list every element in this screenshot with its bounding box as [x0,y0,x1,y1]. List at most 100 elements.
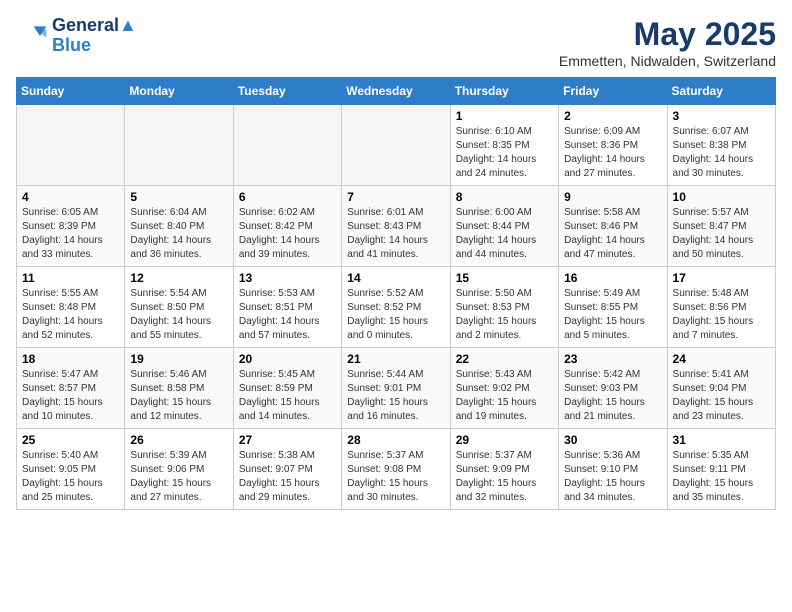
day-cell-3: 3 Sunrise: 6:07 AMSunset: 8:38 PMDaylight… [667,105,775,186]
page-header: General▲ Blue May 2025 Emmetten, Nidwald… [16,16,776,69]
day-cell-24: 24 Sunrise: 5:41 AMSunset: 9:04 PMDayligh… [667,348,775,429]
day-number: 1 [456,109,553,123]
empty-cell [125,105,233,186]
day-cell-9: 9 Sunrise: 5:58 AMSunset: 8:46 PMDaylight… [559,186,667,267]
day-cell-5: 5Sunrise: 6:04 AMSunset: 8:40 PMDaylight… [125,186,233,267]
day-number: 8 [456,190,553,204]
day-info: Sunrise: 5:45 AMSunset: 8:59 PMDaylight:… [239,368,336,424]
day-number: 24 [673,352,770,366]
calendar-table: SundayMondayTuesdayWednesdayThursdayFrid… [16,77,776,510]
day-info: Sunrise: 5:53 AMSunset: 8:51 PMDaylight:… [239,287,336,343]
day-info: Sunrise: 5:35 AMSunset: 9:11 PMDaylight:… [673,449,770,505]
empty-cell [342,105,450,186]
day-cell-29: 29 Sunrise: 5:37 AMSunset: 9:09 PMDayligh… [450,429,558,510]
weekday-header-wednesday: Wednesday [342,78,450,105]
day-number: 28 [347,433,444,447]
day-info: Sunrise: 6:01 AMSunset: 8:43 PMDaylight:… [347,206,444,262]
day-cell-10: 10 Sunrise: 5:57 AMSunset: 8:47 PMDayligh… [667,186,775,267]
day-cell-11: 11Sunrise: 5:55 AMSunset: 8:48 PMDayligh… [17,267,125,348]
day-cell-16: 16 Sunrise: 5:49 AMSunset: 8:55 PMDayligh… [559,267,667,348]
day-number: 4 [22,190,119,204]
day-info: Sunrise: 5:42 AMSunset: 9:03 PMDaylight:… [564,368,661,424]
day-number: 7 [347,190,444,204]
day-cell-7: 7 Sunrise: 6:01 AMSunset: 8:43 PMDaylight… [342,186,450,267]
day-number: 29 [456,433,553,447]
day-info: Sunrise: 5:39 AMSunset: 9:06 PMDaylight:… [130,449,227,505]
month-title: May 2025 [559,16,776,53]
day-cell-26: 26Sunrise: 5:39 AMSunset: 9:06 PMDayligh… [125,429,233,510]
day-info: Sunrise: 6:09 AMSunset: 8:36 PMDaylight:… [564,125,661,181]
day-number: 15 [456,271,553,285]
weekday-header-sunday: Sunday [17,78,125,105]
day-number: 13 [239,271,336,285]
day-cell-6: 6 Sunrise: 6:02 AMSunset: 8:42 PMDaylight… [233,186,341,267]
day-number: 21 [347,352,444,366]
day-number: 22 [456,352,553,366]
day-cell-30: 30 Sunrise: 5:36 AMSunset: 9:10 PMDayligh… [559,429,667,510]
day-number: 25 [22,433,119,447]
logo: General▲ Blue [16,16,137,56]
week-row-1: 1Sunrise: 6:10 AMSunset: 8:35 PMDaylight… [17,105,776,186]
weekday-header-row: SundayMondayTuesdayWednesdayThursdayFrid… [17,78,776,105]
day-number: 30 [564,433,661,447]
day-cell-15: 15 Sunrise: 5:50 AMSunset: 8:53 PMDayligh… [450,267,558,348]
weekday-header-monday: Monday [125,78,233,105]
day-number: 19 [130,352,227,366]
day-cell-8: 8Sunrise: 6:00 AMSunset: 8:44 PMDaylight… [450,186,558,267]
empty-cell [233,105,341,186]
weekday-header-tuesday: Tuesday [233,78,341,105]
logo-icon [16,20,48,52]
day-number: 6 [239,190,336,204]
day-info: Sunrise: 5:47 AMSunset: 8:57 PMDaylight:… [22,368,119,424]
location-subtitle: Emmetten, Nidwalden, Switzerland [559,53,776,69]
day-info: Sunrise: 5:37 AMSunset: 9:08 PMDaylight:… [347,449,444,505]
day-number: 23 [564,352,661,366]
day-number: 10 [673,190,770,204]
day-cell-20: 20 Sunrise: 5:45 AMSunset: 8:59 PMDayligh… [233,348,341,429]
day-number: 11 [22,271,119,285]
day-cell-28: 28 Sunrise: 5:37 AMSunset: 9:08 PMDayligh… [342,429,450,510]
day-number: 14 [347,271,444,285]
day-cell-12: 12Sunrise: 5:54 AMSunset: 8:50 PMDayligh… [125,267,233,348]
day-info: Sunrise: 5:58 AMSunset: 8:46 PMDaylight:… [564,206,661,262]
day-cell-4: 4Sunrise: 6:05 AMSunset: 8:39 PMDaylight… [17,186,125,267]
day-number: 5 [130,190,227,204]
day-number: 16 [564,271,661,285]
day-number: 20 [239,352,336,366]
day-info: Sunrise: 5:40 AMSunset: 9:05 PMDaylight:… [22,449,119,505]
day-info: Sunrise: 5:36 AMSunset: 9:10 PMDaylight:… [564,449,661,505]
logo-text: General▲ Blue [52,16,137,56]
day-cell-31: 31 Sunrise: 5:35 AMSunset: 9:11 PMDayligh… [667,429,775,510]
day-info: Sunrise: 5:52 AMSunset: 8:52 PMDaylight:… [347,287,444,343]
day-number: 17 [673,271,770,285]
empty-cell [17,105,125,186]
day-info: Sunrise: 5:50 AMSunset: 8:53 PMDaylight:… [456,287,553,343]
weekday-header-friday: Friday [559,78,667,105]
day-info: Sunrise: 5:48 AMSunset: 8:56 PMDaylight:… [673,287,770,343]
day-number: 27 [239,433,336,447]
day-number: 9 [564,190,661,204]
week-row-2: 4Sunrise: 6:05 AMSunset: 8:39 PMDaylight… [17,186,776,267]
day-info: Sunrise: 5:37 AMSunset: 9:09 PMDaylight:… [456,449,553,505]
day-number: 12 [130,271,227,285]
day-cell-18: 18Sunrise: 5:47 AMSunset: 8:57 PMDayligh… [17,348,125,429]
day-cell-1: 1Sunrise: 6:10 AMSunset: 8:35 PMDaylight… [450,105,558,186]
week-row-5: 25 Sunrise: 5:40 AMSunset: 9:05 PMDayligh… [17,429,776,510]
day-info: Sunrise: 5:49 AMSunset: 8:55 PMDaylight:… [564,287,661,343]
day-cell-13: 13 Sunrise: 5:53 AMSunset: 8:51 PMDayligh… [233,267,341,348]
day-cell-17: 17 Sunrise: 5:48 AMSunset: 8:56 PMDayligh… [667,267,775,348]
day-info: Sunrise: 5:57 AMSunset: 8:47 PMDaylight:… [673,206,770,262]
day-info: Sunrise: 5:38 AMSunset: 9:07 PMDaylight:… [239,449,336,505]
day-info: Sunrise: 6:07 AMSunset: 8:38 PMDaylight:… [673,125,770,181]
day-number: 31 [673,433,770,447]
day-cell-25: 25 Sunrise: 5:40 AMSunset: 9:05 PMDayligh… [17,429,125,510]
day-number: 3 [673,109,770,123]
day-cell-21: 21Sunrise: 5:44 AMSunset: 9:01 PMDayligh… [342,348,450,429]
day-info: Sunrise: 5:41 AMSunset: 9:04 PMDaylight:… [673,368,770,424]
day-cell-2: 2 Sunrise: 6:09 AMSunset: 8:36 PMDaylight… [559,105,667,186]
day-cell-27: 27 Sunrise: 5:38 AMSunset: 9:07 PMDayligh… [233,429,341,510]
weekday-header-thursday: Thursday [450,78,558,105]
day-cell-19: 19Sunrise: 5:46 AMSunset: 8:58 PMDayligh… [125,348,233,429]
day-info: Sunrise: 6:02 AMSunset: 8:42 PMDaylight:… [239,206,336,262]
day-number: 2 [564,109,661,123]
